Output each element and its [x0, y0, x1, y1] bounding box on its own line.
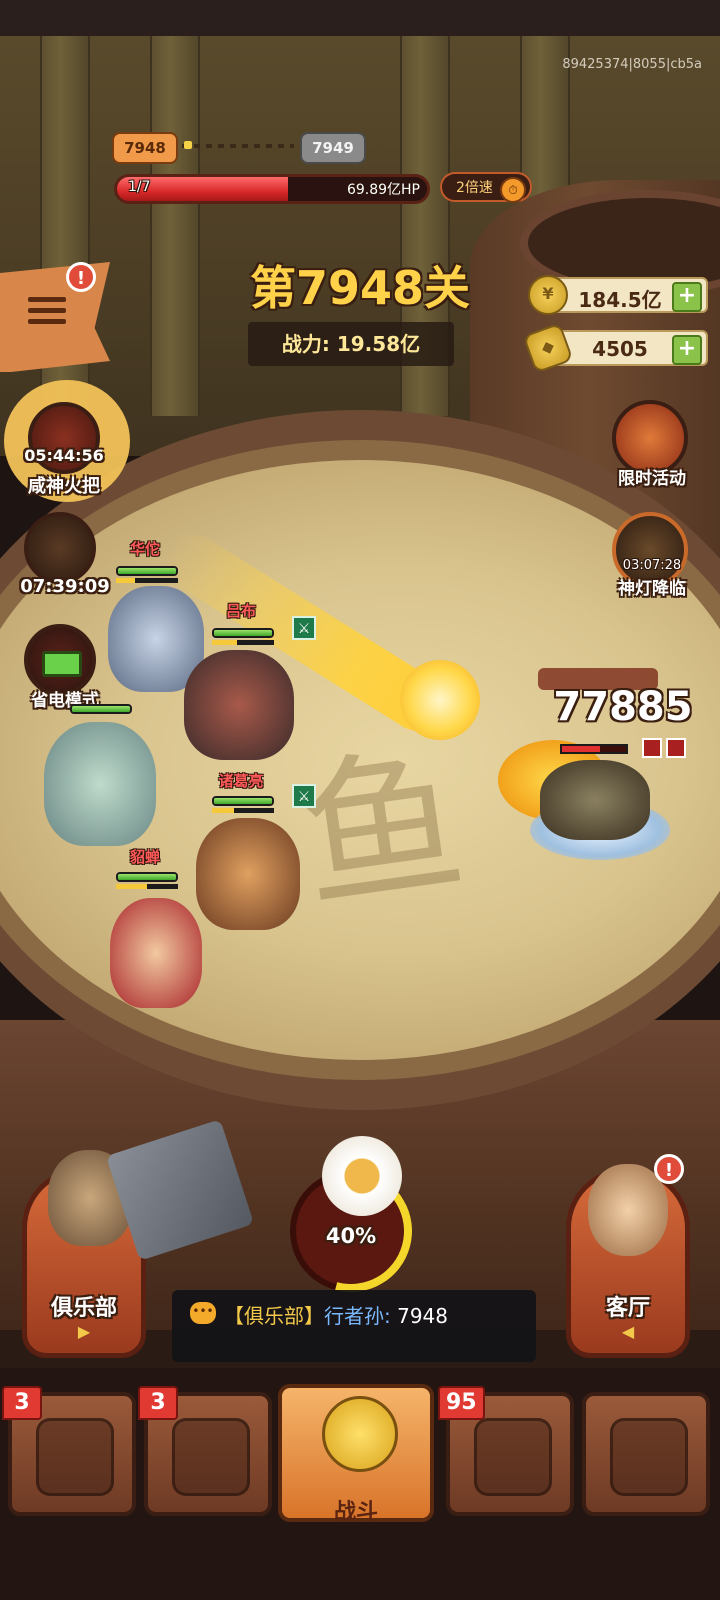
current-level-badge: 7948: [112, 132, 178, 164]
arrow-right-icon: ▶: [77, 1322, 91, 1341]
coin-icon: ¥: [528, 275, 568, 315]
hero-energy-fill: [116, 578, 135, 583]
nav-battle-label: 战斗: [333, 1500, 378, 1525]
hero-diaochan[interactable]: [110, 898, 202, 1008]
timed-event-label: 限时活动: [618, 469, 686, 489]
sword-icon: ⚔: [292, 616, 316, 640]
hero-energy-fill: [116, 884, 147, 889]
book-icon[interactable]: [24, 512, 96, 584]
hero-name: 华佗: [129, 540, 160, 558]
chest-icon: [474, 1418, 552, 1496]
menu-icon: [28, 297, 66, 330]
hero-energy-bar: [212, 640, 274, 645]
hero-hp-fill: [72, 706, 130, 712]
power-value: 19.58亿: [336, 332, 421, 356]
hero-name: 吕布: [225, 602, 256, 620]
club-label: 俱乐部: [50, 1296, 117, 1321]
add-ingots-button[interactable]: +: [672, 335, 702, 365]
hero-hp-bar: [212, 796, 274, 806]
speed-label: 2倍速: [456, 180, 493, 196]
torch-label: 咸神火把: [28, 476, 100, 497]
next-level-badge: 7949: [300, 132, 366, 164]
hero-energy-fill: [212, 808, 234, 813]
damage-number: 77885: [553, 684, 693, 730]
hero-hp-fill: [214, 798, 272, 804]
hero-hp-bar: [116, 872, 178, 882]
game-screen: 鱼 89425374|8055|cb5a 7948 7949 1/7 69.89…: [0, 0, 720, 1600]
helmet-count-badge: 3: [2, 1386, 42, 1420]
status-strip: [0, 0, 720, 36]
fireball: [400, 660, 480, 740]
enemy-unit[interactable]: [540, 760, 650, 840]
add-coins-button[interactable]: +: [672, 282, 702, 312]
scroll-icon: [610, 1418, 688, 1496]
armor-icon: [172, 1418, 250, 1496]
chat-text: 7948: [397, 1304, 449, 1328]
hero-lvbu[interactable]: [184, 650, 294, 760]
chat-user: 行者孙:: [324, 1304, 391, 1328]
hero-energy-bar: [116, 578, 178, 583]
chest-count-badge: 95: [438, 1386, 485, 1420]
speed-toggle-button[interactable]: 2倍速 ⏱: [440, 172, 532, 203]
hero-hp-fill: [214, 630, 272, 636]
battle-fist-icon: [322, 1396, 398, 1472]
arrow-left-icon: ◀: [621, 1322, 635, 1341]
hall-alert-badge: !: [654, 1154, 684, 1184]
armor-count-badge: 3: [138, 1386, 178, 1420]
build-id: 89425374|8055|cb5a: [562, 57, 702, 72]
torch-timer: 05:44:56: [24, 446, 104, 465]
chat-message: 【俱乐部】行者孙: 7948: [224, 1300, 448, 1329]
ingot-counter: ◆ 4505 +: [522, 322, 708, 374]
lamp-event-label: 神灯降临: [618, 579, 686, 599]
nav-scroll[interactable]: [582, 1392, 710, 1516]
coin-value: 184.5亿: [578, 288, 662, 312]
chat-bubble-icon: •••: [190, 1302, 216, 1324]
hero-energy-fill: [212, 640, 237, 645]
hero-hp-bar: [70, 704, 132, 714]
power-label: 战力:: [281, 332, 330, 356]
ingot-value: 4505: [592, 337, 648, 361]
bamboo-pole: [150, 36, 200, 416]
chat-channel: 【俱乐部】: [224, 1304, 324, 1328]
enemy-hp-bar: [560, 744, 628, 754]
coin-counter: ¥ 184.5亿 +: [528, 275, 708, 315]
boss-hp-value: 69.89亿HP: [346, 182, 420, 198]
speedometer-icon: ⏱: [500, 177, 526, 203]
helmet-icon: [36, 1418, 114, 1496]
pot-percent: 40%: [325, 1224, 377, 1248]
hero-name: 貂蝉: [129, 848, 160, 866]
flower-pot-icon: [322, 1136, 402, 1216]
hero-energy-bar: [116, 884, 178, 889]
debuff-icon: [642, 738, 662, 758]
hero-name: 诸葛亮: [218, 772, 264, 790]
wave-counter: 1/7: [128, 179, 151, 195]
power-display: 战力: 19.58亿: [248, 322, 454, 366]
hero-hp-bar: [116, 566, 178, 576]
hero-zhugeliang[interactable]: [196, 818, 300, 930]
book-timer: 07:39:09: [20, 576, 110, 597]
sword-icon: ⚔: [292, 784, 316, 808]
level-progress-track: [182, 144, 294, 148]
level-progress-marker: [184, 141, 192, 149]
hero-shielded[interactable]: [44, 722, 156, 846]
menu-alert-badge: !: [66, 262, 96, 292]
enemy-hp-fill: [562, 746, 601, 752]
battery-icon: [42, 651, 82, 677]
hall-label: 客厅: [605, 1296, 650, 1321]
hero-hp-bar: [212, 628, 274, 638]
lamp-timer: 03:07:28: [622, 558, 682, 573]
hero-energy-bar: [212, 808, 274, 813]
debuff-icon: [666, 738, 686, 758]
hero-hp-fill: [118, 874, 176, 880]
hero-hp-fill: [118, 568, 176, 574]
